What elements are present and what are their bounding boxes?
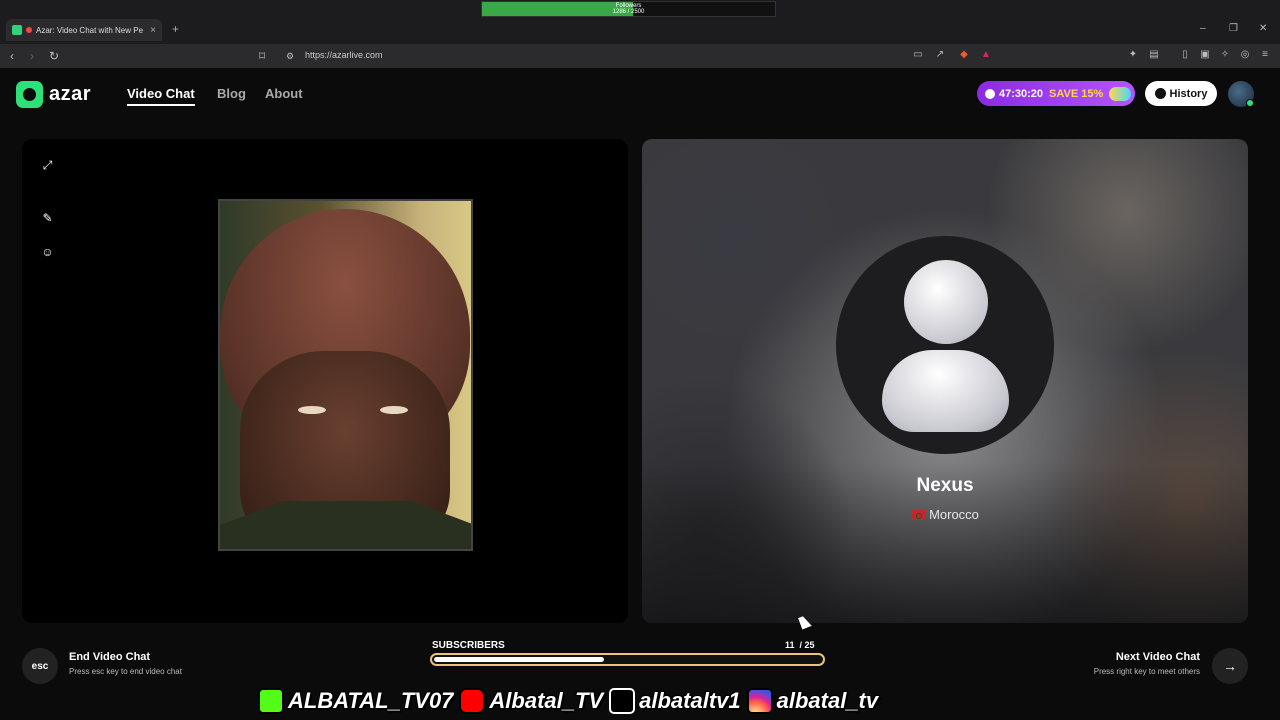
brave-shield-icon[interactable]: ◆ [958, 49, 970, 61]
azar-logo[interactable]: azar [16, 81, 91, 108]
nav-video-chat[interactable]: Video Chat [127, 86, 195, 101]
close-tab-button[interactable]: × [150, 25, 156, 36]
nav-about[interactable]: About [265, 86, 303, 101]
next-video-chat-hint: Press right key to meet others [1093, 667, 1200, 676]
online-status-icon [1246, 99, 1254, 107]
subscribers-count: 11 / 25 [785, 640, 815, 650]
logo-text: azar [49, 83, 92, 105]
cast-icon[interactable]: ▭ [912, 49, 924, 61]
azar-favicon-icon [12, 25, 22, 35]
reading-list-icon[interactable]: ▤ [1148, 49, 1160, 61]
tiktok-handle: albataltv1 [639, 688, 741, 713]
next-video-chat-title: Next Video Chat [1115, 651, 1200, 663]
morocco-flag-icon [911, 510, 926, 520]
promo-banner[interactable]: 47:30:20 SAVE 15% [977, 81, 1135, 106]
next-chat-arrow-button[interactable]: → [1212, 648, 1248, 684]
leo-ai-icon[interactable]: ✧ [1219, 49, 1231, 61]
peer-country-name: Morocco [929, 507, 979, 522]
nav-blog[interactable]: Blog [217, 86, 246, 101]
new-tab-button[interactable]: + [172, 22, 179, 36]
magic-wand-icon[interactable]: ✎ [40, 211, 55, 226]
youtube-icon [459, 688, 486, 714]
social-handles-overlay: ALBATAL_TV07 Albatal_TV albataltv1 albat… [258, 685, 1008, 717]
end-chat-esc-button[interactable]: esc [22, 648, 58, 684]
user-avatar[interactable] [1228, 81, 1254, 107]
subscribers-progress-fill [434, 657, 605, 662]
kick-icon [258, 688, 284, 714]
peer-video-panel: Nexus Morocco [642, 139, 1248, 623]
site-info-icon[interactable]: ⚙ [286, 51, 294, 62]
end-video-chat-hint: Press esc key to end video chat [69, 667, 182, 676]
expand-icon[interactable]: ⤢ [40, 158, 55, 173]
end-video-chat-title: End Video Chat [69, 651, 151, 663]
peer-country: Morocco [642, 507, 1248, 522]
recording-indicator-icon [26, 27, 32, 33]
promo-save: SAVE 15% [1049, 87, 1104, 100]
active-nav-underline [127, 104, 195, 106]
browser-tab-bar: Azar: Video Chat with New Pe × + Followe… [0, 0, 1280, 44]
subscribers-progress-bar [430, 653, 825, 666]
browser-tab[interactable]: Azar: Video Chat with New Pe × [6, 19, 162, 41]
forward-icon[interactable]: › [30, 49, 34, 63]
sidebar-icon[interactable]: ▯ [1179, 49, 1191, 61]
instagram-icon [746, 688, 773, 714]
minimize-button[interactable]: – [1200, 23, 1206, 34]
address-bar-url[interactable]: https://azarlive.com [305, 50, 383, 60]
history-label: History [1169, 87, 1208, 100]
youtube-handle: Albatal_TV [489, 688, 604, 713]
subscribers-goal: / 25 [799, 640, 815, 650]
self-video-panel: ⤢ ✎ ☺ [22, 139, 628, 623]
instagram-handle: albatal_tv [776, 688, 879, 713]
azar-page: azar Video Chat Blog About 47:30:20 SAVE… [0, 68, 1280, 720]
kick-handle: ALBATAL_TV07 [288, 688, 454, 713]
subscribers-label: SUBSCRIBERS [432, 640, 505, 651]
close-window-button[interactable]: ✕ [1259, 23, 1267, 34]
promo-timer: 47:30:20 [999, 87, 1044, 100]
tab-title: Azar: Video Chat with New Pe [36, 25, 144, 35]
extensions-icon[interactable]: ✦ [1127, 49, 1139, 61]
history-icon [1154, 88, 1166, 99]
brave-rewards-icon[interactable]: ▲ [980, 49, 992, 61]
peer-name: Nexus [916, 475, 974, 496]
self-camera-feed [218, 199, 473, 551]
restore-button[interactable]: ❐ [1229, 23, 1238, 34]
menu-icon[interactable]: ≡ [1259, 49, 1271, 61]
back-icon[interactable]: ‹ [10, 49, 14, 63]
azar-logo-icon [16, 81, 43, 108]
peer-avatar-icon [836, 236, 1054, 454]
subscribers-value: 11 [785, 640, 795, 650]
followers-goal-bar: Followers 1286 / 2500 [481, 1, 776, 17]
vpn-icon[interactable]: ◎ [1239, 49, 1251, 61]
history-button[interactable]: History [1145, 81, 1217, 106]
reload-icon[interactable]: ↻ [49, 49, 59, 63]
followers-value: 1286 / 2500 [612, 9, 645, 15]
bookmark-icon[interactable]: ⌑ [259, 49, 265, 63]
clock-icon [985, 88, 995, 99]
coins-icon [1109, 86, 1132, 101]
browser-toolbar: ‹ › ↻ ⌑ ⚙ https://azarlive.com ▭ ↗ ◆ ▲ ✦… [0, 44, 1280, 68]
wallet-icon[interactable]: ▣ [1199, 49, 1211, 61]
tiktok-icon [609, 688, 636, 714]
face-filter-icon[interactable]: ☺ [40, 245, 55, 260]
share-icon[interactable]: ↗ [934, 49, 946, 61]
